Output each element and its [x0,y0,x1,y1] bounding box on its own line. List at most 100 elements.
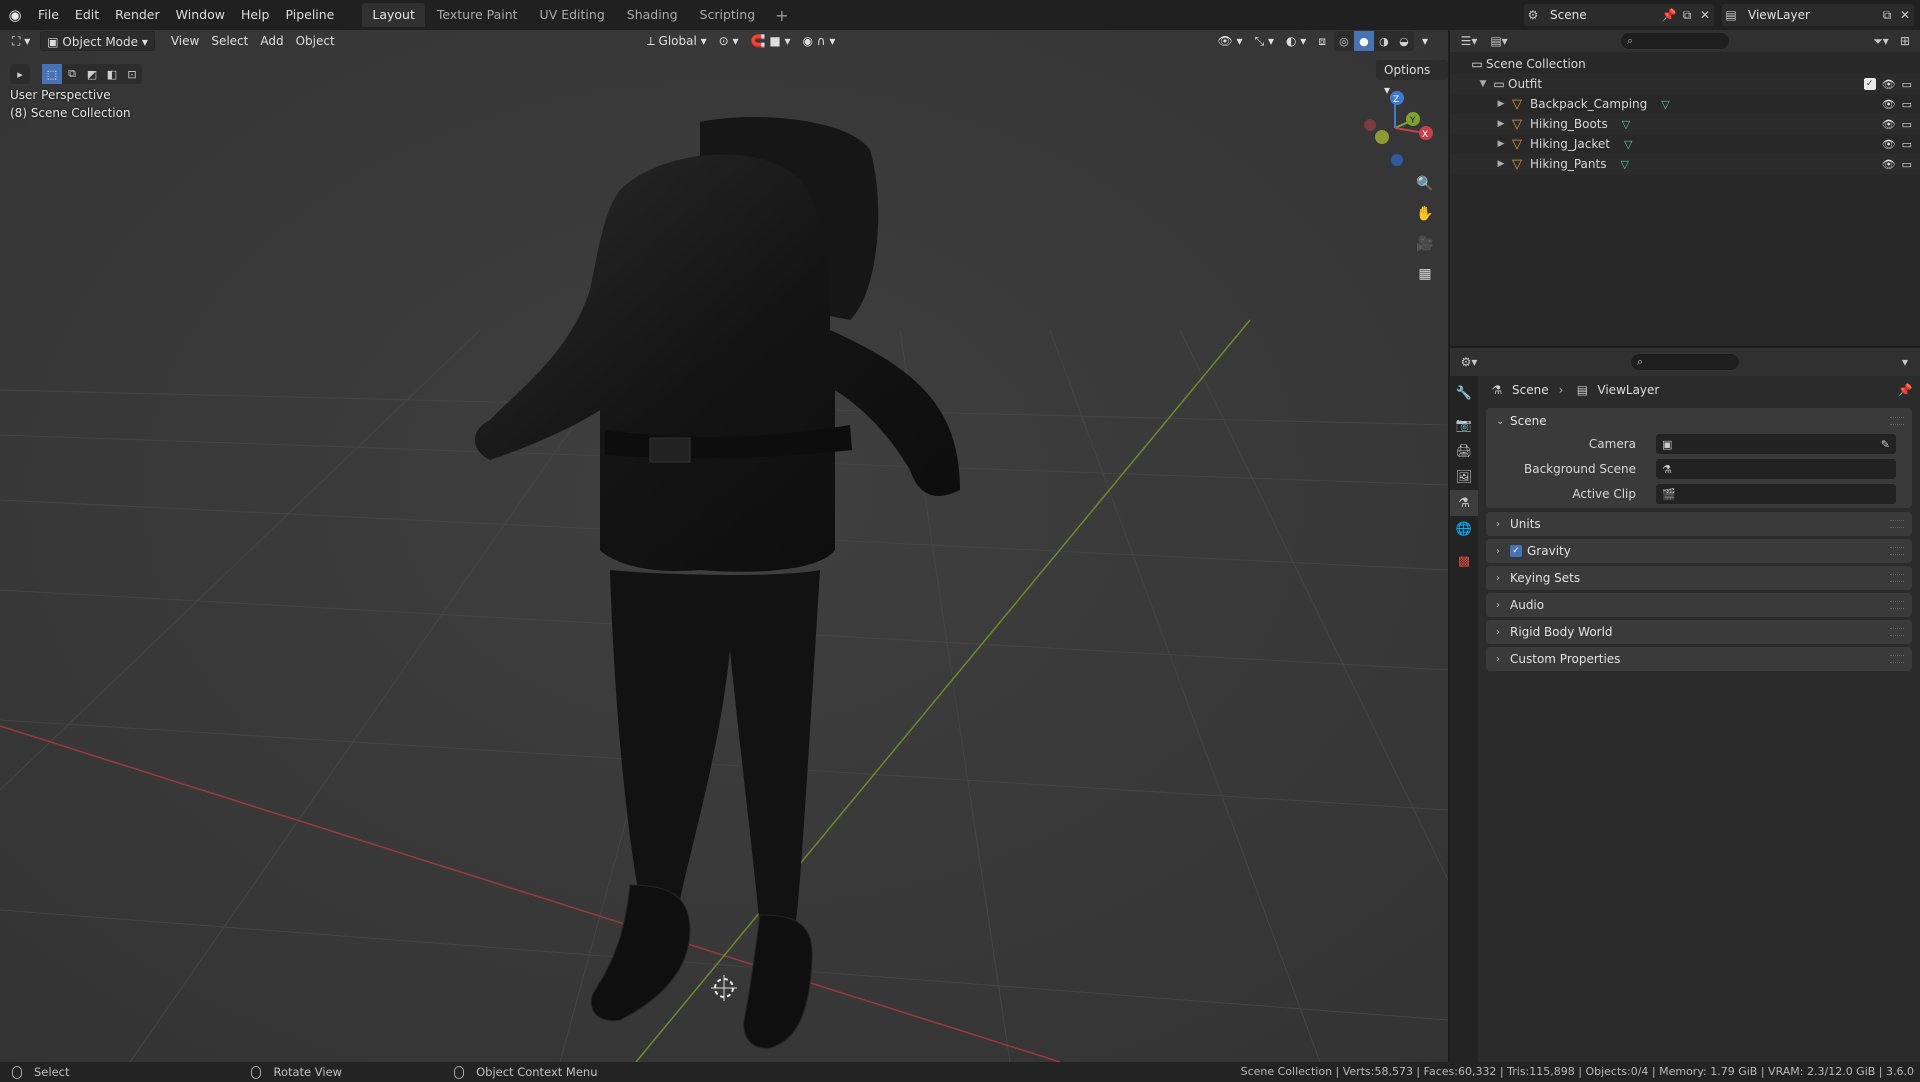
menu-object[interactable]: Object [290,31,341,51]
overlays-icon[interactable]: ◐ ▾ [1280,31,1312,51]
properties-options-icon[interactable]: ▾ [1896,353,1914,371]
select-subtract-icon[interactable]: ◩ [82,64,102,84]
drag-handle[interactable] [1890,628,1904,636]
mesh-data-icon[interactable]: ▽ [1661,98,1669,111]
mesh-data-icon[interactable]: ▽ [1622,118,1630,131]
tab-layout[interactable]: Layout [362,3,425,27]
view-layer-tab-icon[interactable]: 🖼 [1450,464,1478,490]
camera-view-icon[interactable]: 🎥 [1413,232,1437,256]
expand-arrow-icon[interactable]: ▶ [1494,99,1508,109]
outliner-collection-outfit[interactable]: ▼ ▭ Outfit ✓ 👁 ▭ [1450,74,1920,94]
drag-handle[interactable] [1890,574,1904,582]
scene-panel-header[interactable]: ⌄ Scene [1486,408,1912,434]
menu-file[interactable]: File [30,0,67,30]
exclude-checkbox[interactable]: ✓ [1863,77,1876,90]
units-panel[interactable]: › Units [1486,512,1912,536]
rigid-body-world-header[interactable]: › Rigid Body World [1486,620,1912,644]
menu-view[interactable]: View [165,31,205,51]
close-view-layer-icon[interactable]: ✕ [1896,6,1914,24]
monitor-icon[interactable]: ▭ [1902,118,1912,131]
select-extend-icon[interactable]: ⧉ [62,64,82,84]
filter-icon[interactable]: ⏷▾ [1872,32,1890,50]
select-box-tool-icon[interactable]: ▸ [10,64,30,84]
rigid-body-world-panel[interactable]: › Rigid Body World [1486,620,1912,644]
eye-icon[interactable]: 👁 [1882,78,1896,91]
blender-logo-icon[interactable]: ◉ [0,0,30,30]
background-scene-field[interactable]: ⚗ [1656,459,1896,479]
select-invert-icon[interactable]: ◧ [102,64,122,84]
ortho-grid-icon[interactable]: ▦ [1413,262,1437,286]
tab-uv-editing[interactable]: UV Editing [530,3,615,27]
options-dropdown[interactable]: Options ▾ [1376,60,1448,97]
drag-handle[interactable] [1890,547,1904,555]
scene-selector[interactable]: ⚙ Scene 📌 ⧉ ✕ [1524,4,1714,26]
monitor-icon[interactable]: ▭ [1902,78,1912,91]
editor-type-icon[interactable]: ⛶ ▾ [6,31,36,51]
add-workspace-icon[interactable]: + [767,6,796,25]
rendered-shading-icon[interactable]: ◒ [1394,31,1414,51]
close-icon[interactable]: ✕ [1696,6,1714,24]
eye-icon[interactable]: 👁 [1882,118,1896,131]
eye-icon[interactable]: 👁 [1882,158,1896,171]
eye-icon[interactable]: 👁 [1882,98,1896,111]
gravity-panel[interactable]: › ✓ Gravity [1486,539,1912,563]
world-tab-icon[interactable]: 🌐 [1450,516,1478,542]
properties-search-input[interactable]: ⌕ [1630,353,1740,371]
gizmo-toggle-icon[interactable]: ⤡ ▾ [1249,31,1280,51]
menu-select[interactable]: Select [205,31,254,51]
tab-texture-paint[interactable]: Texture Paint [427,3,528,27]
snap-icon[interactable]: 🧲 ■ ▾ [745,31,797,51]
display-mode-icon[interactable]: ▤▾ [1490,32,1508,50]
view-layer-selector[interactable]: ▤ ViewLayer ⧉ ✕ [1722,4,1914,26]
menu-add[interactable]: Add [254,31,289,51]
drag-handle[interactable] [1890,417,1904,425]
menu-render[interactable]: Render [107,0,168,30]
monitor-icon[interactable]: ▭ [1902,138,1912,151]
output-tab-icon[interactable]: 🖨 [1450,438,1478,464]
eyedropper-icon[interactable]: ✎ [1881,438,1890,451]
mode-dropdown[interactable]: ▣ Object Mode ▾ [40,31,155,51]
pivot-point-icon[interactable]: ⊙ ▾ [713,31,745,51]
drag-handle[interactable] [1890,520,1904,528]
wireframe-shading-icon[interactable]: ◎ [1334,31,1354,51]
menu-help[interactable]: Help [233,0,278,30]
new-collection-icon[interactable]: ⊞ [1896,32,1914,50]
audio-panel[interactable]: › Audio [1486,593,1912,617]
orientation-dropdown[interactable]: ⟂ Global ▾ [641,31,713,51]
texture-tab-icon[interactable]: ▩ [1450,548,1478,574]
new-view-layer-icon[interactable]: ⧉ [1878,6,1896,24]
camera-field[interactable]: ▣ ✎ [1656,434,1896,454]
mesh-data-icon[interactable]: ▽ [1624,138,1632,151]
new-scene-icon[interactable]: ⧉ [1678,6,1696,24]
drag-handle[interactable] [1890,655,1904,663]
outliner-item-backpack[interactable]: ▶ ▽ Backpack_Camping ▽ 👁 ▭ [1450,94,1920,114]
outliner-root[interactable]: ▭ Scene Collection [1450,54,1920,74]
proportional-edit-icon[interactable]: ◉ ∩ ▾ [797,31,842,51]
active-clip-field[interactable]: 🎬 [1656,484,1896,504]
menu-window[interactable]: Window [168,0,233,30]
visibility-icon[interactable]: 👁 ▾ [1211,31,1248,51]
tab-shading[interactable]: Shading [617,3,688,27]
outliner-item-pants[interactable]: ▶ ▽ Hiking_Pants ▽ 👁 ▭ [1450,154,1920,174]
pan-hand-icon[interactable]: ✋ [1413,202,1437,226]
mesh-data-icon[interactable]: ▽ [1620,158,1628,171]
outliner-item-boots[interactable]: ▶ ▽ Hiking_Boots ▽ 👁 ▭ [1450,114,1920,134]
monitor-icon[interactable]: ▭ [1902,158,1912,171]
outliner-item-jacket[interactable]: ▶ ▽ Hiking_Jacket ▽ 👁 ▭ [1450,134,1920,154]
properties-editor-icon[interactable]: ⚙▾ [1460,353,1478,371]
custom-properties-panel[interactable]: › Custom Properties [1486,647,1912,671]
shading-options-icon[interactable]: ▾ [1416,31,1434,51]
solid-shading-icon[interactable]: ● [1353,31,1374,51]
expand-arrow-icon[interactable]: ▶ [1494,119,1508,129]
expand-arrow-icon[interactable]: ▶ [1494,159,1508,169]
scene-tab-icon[interactable]: ⚗ [1450,490,1478,516]
keying-sets-panel[interactable]: › Keying Sets [1486,566,1912,590]
3d-viewport[interactable]: Z Y X ⛶ ▾ ▣ Object Mode ▾ View Select Ad… [0,30,1448,1062]
menu-pipeline[interactable]: Pipeline [277,0,342,30]
drag-handle[interactable] [1890,601,1904,609]
tool-tab-icon[interactable]: 🔧 [1450,380,1478,406]
select-intersect-icon[interactable]: ⊡ [122,64,142,84]
material-shading-icon[interactable]: ◑ [1374,31,1394,51]
monitor-icon[interactable]: ▭ [1902,98,1912,111]
units-header[interactable]: › Units [1486,512,1912,536]
